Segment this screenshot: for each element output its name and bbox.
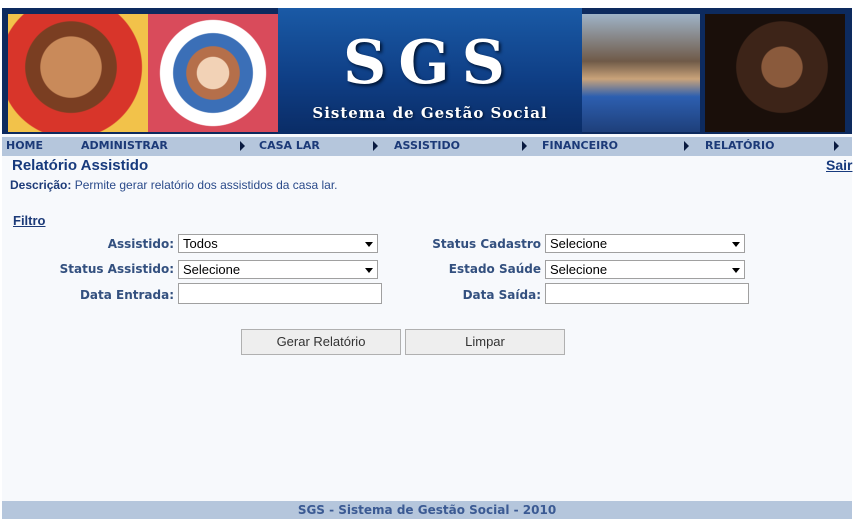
status-cadastro-select-value: Selecione — [550, 236, 608, 251]
status-cadastro-label: Status Cadastro — [432, 237, 541, 251]
status-assistido-select-value: Selecione — [183, 262, 241, 277]
estado-saude-select[interactable]: Selecione — [545, 260, 745, 279]
estado-saude-select-value: Selecione — [550, 262, 608, 277]
estado-saude-label: Estado Saúde — [448, 262, 541, 276]
data-entrada-input[interactable] — [178, 283, 382, 304]
assistido-label: Assistido: — [107, 237, 174, 251]
footer: SGS - Sistema de Gestão Social - 2010 — [2, 501, 852, 519]
nav-item-administrar[interactable]: ADMINISTRAR — [81, 139, 168, 152]
assistido-select[interactable]: Todos — [178, 234, 378, 253]
status-assistido-select[interactable]: Selecione — [178, 260, 378, 279]
banner-photo-child-crying — [705, 14, 845, 132]
chevron-down-icon — [365, 242, 373, 247]
nav-item-assistido[interactable]: ASSISTIDO — [394, 139, 460, 152]
page-description: Descrição: Permite gerar relatório dos a… — [10, 178, 338, 192]
data-saida-input[interactable] — [545, 283, 749, 304]
chevron-down-icon — [732, 242, 740, 247]
clear-button[interactable]: Limpar — [405, 329, 565, 355]
logout-link[interactable]: Sair — [826, 157, 852, 173]
banner-photo-boy-reading — [582, 14, 700, 132]
generate-report-button[interactable]: Gerar Relatório — [241, 329, 401, 355]
filter-section-title: Filtro — [13, 213, 46, 228]
banner-subtitle: Sistema de Gestão Social — [312, 104, 548, 122]
banner-logo-area: SGS Sistema de Gestão Social — [278, 8, 582, 134]
data-entrada-label: Data Entrada: — [79, 288, 174, 302]
submenu-arrow-icon — [522, 141, 527, 151]
submenu-arrow-icon — [240, 141, 245, 151]
main-nav: HOME ADMINISTRAR CASA LAR ASSISTIDO FINA… — [2, 137, 852, 156]
banner-photo-child-smiling — [8, 14, 148, 132]
chevron-down-icon — [365, 268, 373, 273]
submenu-arrow-icon — [684, 141, 689, 151]
nav-item-casa-lar[interactable]: CASA LAR — [259, 139, 320, 152]
nav-item-home[interactable]: HOME — [6, 139, 43, 152]
status-cadastro-select[interactable]: Selecione — [545, 234, 745, 253]
assistido-select-value: Todos — [183, 236, 218, 251]
description-text: Permite gerar relatório dos assistidos d… — [71, 178, 338, 192]
header-banner: SGS Sistema de Gestão Social — [2, 8, 852, 134]
sgs-logo: SGS — [343, 28, 517, 98]
data-saida-label: Data Saída: — [462, 288, 541, 302]
nav-item-relatorio[interactable]: RELATÓRIO — [705, 139, 774, 152]
banner-photo-children-group — [148, 14, 278, 132]
submenu-arrow-icon — [834, 141, 839, 151]
submenu-arrow-icon — [373, 141, 378, 151]
nav-item-financeiro[interactable]: FINANCEIRO — [542, 139, 618, 152]
page-title: Relatório Assistido — [12, 157, 149, 174]
chevron-down-icon — [732, 268, 740, 273]
description-label: Descrição: — [10, 178, 72, 192]
status-assistido-label: Status Assistido: — [59, 262, 174, 276]
